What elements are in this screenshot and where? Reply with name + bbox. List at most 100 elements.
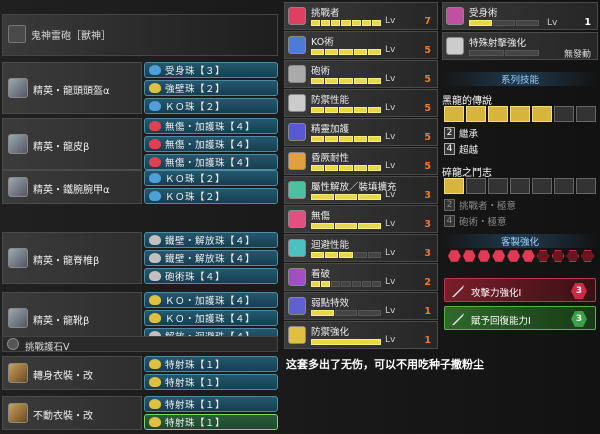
skill-entry[interactable]: 屬性解放／裝填擴充 Lv 3 (284, 176, 438, 204)
bonus-skill-entry[interactable]: 特殊射擊強化 無發動 (442, 32, 598, 60)
armor-name: 精英・鐵腕腕甲α (33, 185, 110, 196)
level-pip (353, 107, 367, 113)
mantle[interactable]: 轉身衣裝・改 (2, 356, 142, 390)
skill-entry[interactable]: 挑戰者 Lv 7 (284, 2, 438, 30)
level-label: Lv (385, 335, 396, 345)
decoration-slot[interactable]: ＫＯ珠【２】 (144, 170, 278, 186)
custom-slot-gem (492, 250, 506, 262)
skill-entry[interactable]: KO術 Lv 5 (284, 31, 438, 59)
skill-level: 5 (424, 74, 431, 85)
set-skills-header: 系列技能 (442, 72, 598, 86)
level-pip (367, 252, 382, 258)
skill-entry[interactable]: 看破 Lv 2 (284, 263, 438, 291)
level-pip (353, 252, 367, 258)
custom-augment[interactable]: 賦予回復能力Ⅰ 3 (444, 306, 596, 330)
skill-level-bar (469, 20, 540, 26)
level-label: Lv (385, 161, 396, 171)
skill-entry[interactable]: 防禦性能 Lv 5 (284, 89, 438, 117)
decoration-slot[interactable]: ＫＯ・加護珠【４】 (144, 292, 278, 308)
decoration-slot[interactable]: 鐵壁・解放珠【４】 (144, 232, 278, 248)
decoration-slot[interactable]: ＫＯ・加護珠【４】 (144, 310, 278, 326)
skill-level-bar (311, 281, 381, 287)
decoration-label: 砲術珠【４】 (165, 272, 226, 283)
skill-icon (288, 36, 306, 54)
decoration-slot[interactable]: ＫＯ珠【２】 (144, 188, 278, 204)
decoration-slot[interactable]: 無傷・加護珠【４】 (144, 136, 278, 152)
decoration-slot[interactable]: 無傷・加護珠【４】 (144, 154, 278, 170)
decoration-icon (149, 359, 161, 369)
custom-augment[interactable]: 攻擊力強化Ⅰ 3 (444, 278, 596, 302)
decoration-slot[interactable]: 砲術珠【４】 (144, 268, 278, 284)
level-pip (311, 194, 334, 200)
level-pip (331, 281, 341, 287)
decoration-icon (149, 139, 161, 149)
level-pip (339, 107, 353, 113)
skill-entry[interactable]: 迴避性能 Lv 3 (284, 234, 438, 262)
bonus-skill-entry[interactable]: 受身術 Lv 1 (442, 2, 598, 30)
level-pip (367, 165, 382, 171)
armor-piece[interactable]: 精英・龍脊椎β (2, 232, 142, 284)
level-label: Lv (385, 190, 396, 200)
skill-icon (288, 65, 306, 83)
decoration-label: 無傷・加護珠【４】 (165, 140, 256, 151)
set-bonus-name: 砲術・極意 (459, 217, 507, 228)
skill-entry[interactable]: 精靈加護 Lv 5 (284, 118, 438, 146)
inactive-label: 無發動 (563, 50, 591, 60)
level-pip (516, 20, 540, 26)
set-bonus-count: 4 (444, 215, 455, 227)
level-pip (339, 136, 353, 142)
armor-piece[interactable]: 精英・鐵腕腕甲α (2, 170, 142, 204)
decoration-icon (149, 101, 161, 111)
skill-icon (288, 297, 306, 315)
level-pip (325, 107, 339, 113)
set-bonus-line: 2 繼承 (444, 126, 596, 140)
charm-slot[interactable]: 挑戰護石Ⅴ (2, 336, 278, 353)
decoration-label: ＫＯ・加護珠【４】 (165, 296, 256, 307)
custom-slot-gem (462, 250, 476, 262)
decoration-slot[interactable]: 特射珠【１】 (144, 356, 278, 372)
level-pip (353, 49, 367, 55)
skill-entry[interactable]: 弱點特效 Lv 1 (284, 292, 438, 320)
armor-piece[interactable]: 精英・龍頭頭盔α (2, 62, 142, 114)
set-piece-slot (510, 178, 530, 194)
armor-icon (8, 134, 28, 154)
level-pip (311, 310, 334, 316)
skill-entry[interactable]: 昏厥耐性 Lv 5 (284, 147, 438, 175)
skill-entry[interactable]: 無傷 Lv 3 (284, 205, 438, 233)
mantle[interactable]: 不動衣裝・改 (2, 396, 142, 430)
skill-entry[interactable]: 防禦強化 Lv 1 (284, 321, 438, 349)
custom-slot-gem (448, 250, 461, 262)
armor-name: 精英・龍脊椎β (33, 256, 100, 267)
level-pip (334, 310, 358, 316)
set-piece-slot (532, 106, 552, 122)
skill-entry[interactable]: 砲術 Lv 5 (284, 60, 438, 88)
weapon-name: 鬼神雷砲［獸神］ (31, 31, 111, 42)
level-pip (492, 20, 516, 26)
decoration-slot[interactable]: 強壁珠【２】 (144, 80, 278, 96)
level-pip (339, 165, 353, 171)
skill-name: 看破 (311, 269, 331, 280)
decoration-slot[interactable]: 特射珠【１】 (144, 414, 278, 430)
skill-name: 迴避性能 (311, 240, 350, 251)
skill-level: 3 (424, 248, 431, 259)
level-pip (311, 20, 321, 26)
level-pip (469, 50, 504, 56)
level-pip (367, 49, 382, 55)
armor-piece[interactable]: 精英・龍皮β (2, 118, 142, 170)
set-pieces-bar (444, 178, 596, 194)
augment-name: 攻擊力強化Ⅰ (471, 288, 522, 299)
set-bonus-name: 繼承 (459, 129, 479, 140)
decoration-slot[interactable]: 特射珠【１】 (144, 374, 278, 390)
skill-name: 弱點特效 (311, 298, 350, 309)
level-label: Lv (385, 45, 396, 55)
set-piece-slot (576, 178, 596, 194)
weapon-slot[interactable]: 鬼神雷砲［獸神］ (2, 14, 278, 56)
decoration-slot[interactable]: 無傷・加護珠【４】 (144, 118, 278, 134)
level-pip (367, 78, 382, 84)
skill-icon (446, 7, 464, 25)
decoration-slot[interactable]: 鐵壁・解放珠【４】 (144, 250, 278, 266)
decoration-slot[interactable]: 受身珠【３】 (144, 62, 278, 78)
decoration-slot[interactable]: 特射珠【１】 (144, 396, 278, 412)
decoration-icon (149, 253, 161, 263)
decoration-slot[interactable]: ＫＯ珠【２】 (144, 98, 278, 114)
